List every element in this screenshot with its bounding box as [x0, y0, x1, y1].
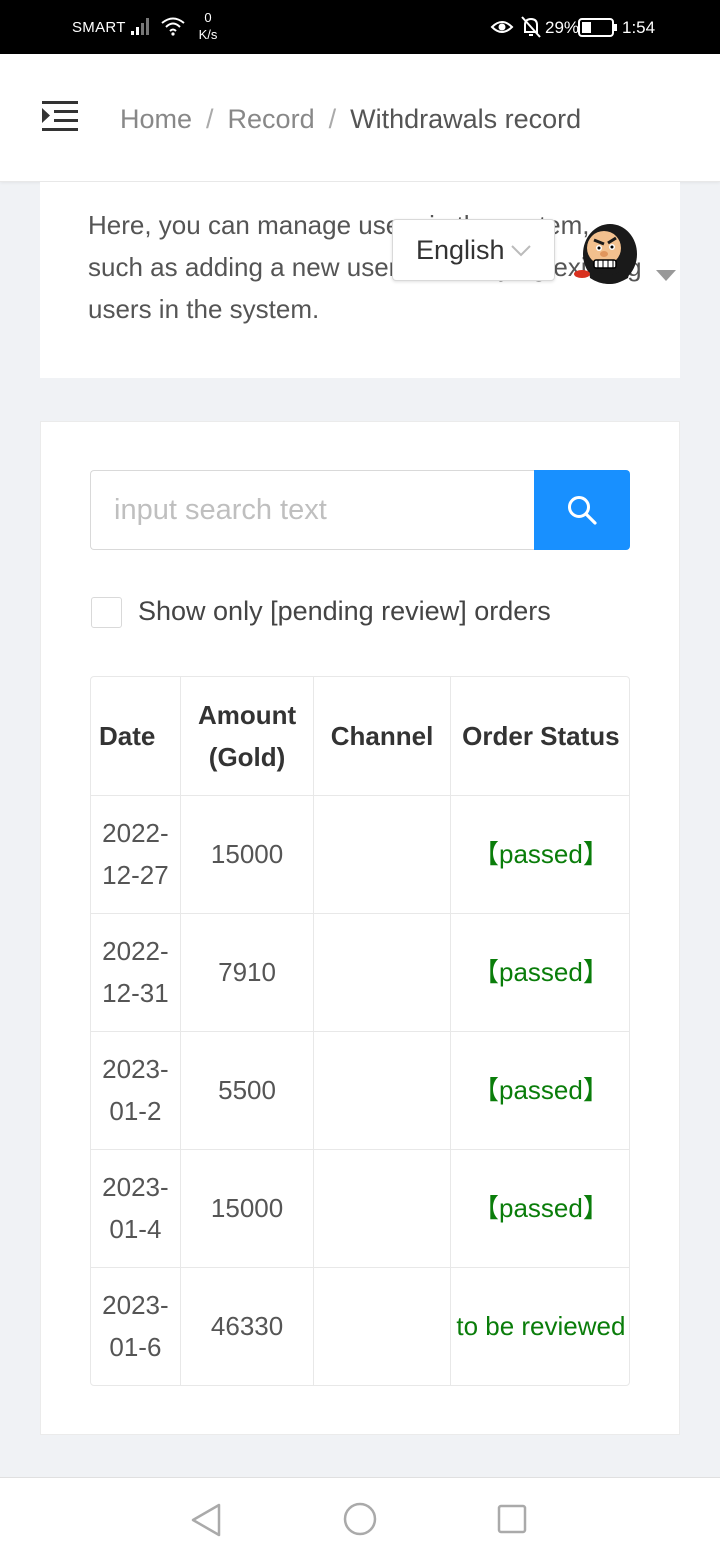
battery-icon: [578, 18, 617, 37]
cell-status: 【passed】: [450, 1149, 629, 1268]
battery-percent: 29%: [545, 18, 580, 37]
cell-amount: 46330: [180, 1267, 315, 1385]
table-row: 2022- 12-31 7910 【passed】: [91, 913, 629, 1032]
intro-text: Here, you can manage users in the system…: [88, 210, 642, 324]
eye-comfort-icon: [490, 21, 514, 33]
cell-status: 【passed】: [450, 1031, 629, 1150]
language-selected: English: [416, 235, 505, 265]
table-row: 2023- 01-4 15000 【passed】: [91, 1149, 629, 1268]
cell-date: 2023- 01-6: [91, 1267, 181, 1385]
status-bar: SMART 0 K/s 29% 1:54: [0, 0, 720, 54]
network-speed: 0 K/s: [196, 9, 220, 43]
cell-channel: [313, 1149, 451, 1268]
bell-off-icon: [521, 16, 541, 38]
menu-fold-icon[interactable]: [40, 98, 80, 134]
table-row: 2023- 01-6 46330 to be reviewed: [91, 1267, 629, 1385]
table-header-row: Date Amount (Gold) Channel Order Status: [91, 677, 629, 796]
table-row: 2023- 01-2 5500 【passed】: [91, 1031, 629, 1150]
cell-date: 2023- 01-2: [91, 1031, 181, 1150]
caret-down-icon[interactable]: [655, 268, 677, 282]
carrier-label: SMART: [72, 19, 126, 36]
cell-date-part: 2023-: [102, 1290, 169, 1321]
cell-amount: 15000: [180, 1149, 315, 1268]
breadcrumb-separator: /: [328, 104, 337, 134]
column-header-channel: Channel: [313, 677, 451, 796]
cell-date-part: 01-4: [109, 1214, 162, 1244]
column-header-amount: Amount (Gold): [180, 677, 315, 796]
speed-value: 0: [204, 10, 212, 25]
cell-channel: [313, 1267, 451, 1385]
column-header-status: Order Status: [450, 677, 629, 796]
cell-date-part: 2023-: [102, 1172, 169, 1202]
signal-icon: [131, 18, 149, 35]
cell-date-part: 12-31: [102, 978, 169, 1008]
cell-status: 【passed】: [450, 913, 629, 1032]
cell-date: 2022- 12-27: [91, 795, 181, 914]
clock: 1:54: [622, 18, 656, 37]
breadcrumb-home[interactable]: Home: [120, 104, 192, 134]
pending-only-label[interactable]: Show only [pending review] orders: [138, 596, 551, 627]
withdrawals-table: Date Amount (Gold) Channel Order Status …: [90, 676, 630, 1386]
cell-channel: [313, 1031, 451, 1150]
breadcrumb-record[interactable]: Record: [228, 104, 315, 134]
cell-amount: 15000: [180, 795, 315, 914]
cell-channel: [313, 913, 451, 1032]
search-icon: [568, 496, 597, 525]
pending-only-checkbox[interactable]: [91, 597, 122, 628]
page-header: Home / Record / Withdrawals record: [0, 54, 720, 182]
cell-date-part: 2023-: [102, 1054, 169, 1084]
cell-status: 【passed】: [450, 795, 629, 914]
search-input[interactable]: [90, 470, 536, 550]
cell-status: to be reviewed: [456, 1311, 626, 1342]
system-nav-bar: [0, 1477, 720, 1560]
column-header-date: Date: [91, 677, 181, 796]
user-avatar[interactable]: [574, 218, 642, 286]
home-icon[interactable]: [343, 1502, 377, 1536]
wifi-icon: [161, 17, 185, 36]
breadcrumb-separator: /: [206, 104, 214, 134]
cell-date-part: 2022-: [102, 818, 169, 848]
breadcrumb-current: Withdrawals record: [350, 104, 582, 134]
language-select[interactable]: English: [392, 219, 555, 281]
search-button[interactable]: [534, 470, 630, 550]
cell-date-part: 2022-: [102, 936, 169, 966]
cell-date: 2022- 12-31: [91, 913, 181, 1032]
cell-channel: [313, 795, 451, 914]
breadcrumb: Home / Record / Withdrawals record: [120, 104, 581, 135]
cell-amount: 5500: [180, 1031, 315, 1150]
table-row: 2022- 12-27 15000 【passed】: [91, 795, 629, 914]
cell-date-part: 01-6: [109, 1332, 162, 1363]
recents-icon[interactable]: [497, 1504, 527, 1534]
cell-date: 2023- 01-4: [91, 1149, 181, 1268]
cell-date-part: 12-27: [102, 860, 169, 890]
cell-date-part: 01-2: [109, 1096, 162, 1126]
chevron-down-icon: [511, 245, 531, 257]
speed-unit: K/s: [198, 27, 218, 42]
cell-amount: 7910: [180, 913, 315, 1032]
back-icon[interactable]: [190, 1502, 222, 1538]
